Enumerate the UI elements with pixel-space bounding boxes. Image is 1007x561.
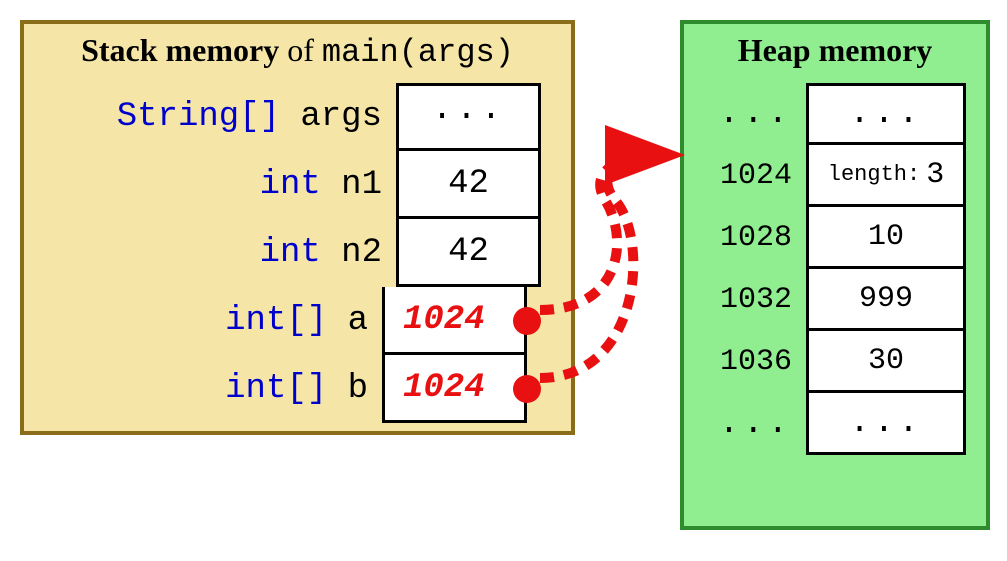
stack-title-mono: main(args) xyxy=(322,34,514,71)
heap-row: ...... xyxy=(702,83,968,145)
type-keyword: int xyxy=(260,166,321,204)
pointer-dot-icon xyxy=(513,307,541,335)
heap-address: ... xyxy=(702,405,792,443)
heap-title: Heap memory xyxy=(684,32,986,69)
heap-value-cell: ... xyxy=(806,393,966,455)
stack-rows: String[] args···int n142int n242int[] a1… xyxy=(24,83,571,423)
heap-row: 1024 length:3 xyxy=(702,145,968,207)
heap-address: 1036 xyxy=(702,345,792,379)
heap-address: 1028 xyxy=(702,221,792,255)
stack-row: int[] a 1024 xyxy=(225,287,541,355)
stack-row: int n1 42 xyxy=(260,151,541,219)
stack-title: Stack memory of main(args) xyxy=(24,32,571,71)
heap-row: 1028 10 xyxy=(702,207,968,269)
heap-value-cell: length:3 xyxy=(806,145,966,207)
stack-row: int n2 42 xyxy=(260,219,541,287)
memory-diagram: Stack memory of main(args) String[] args… xyxy=(0,0,1007,561)
heap-rows: ...... 1024 length:3 1028 10 1032 999 1036 30...… xyxy=(684,83,986,455)
var-declaration: String[] args xyxy=(117,98,382,136)
var-declaration: int n1 xyxy=(260,166,382,204)
type-keyword: int xyxy=(260,234,321,272)
heap-row: ...... xyxy=(702,393,968,455)
heap-address: 1032 xyxy=(702,283,792,317)
var-declaration: int n2 xyxy=(260,234,382,272)
value-cell: 42 xyxy=(396,219,541,287)
var-name: b xyxy=(327,370,368,408)
heap-value-cell: 999 xyxy=(806,269,966,331)
var-name: n2 xyxy=(321,234,382,272)
type-keyword: int[] xyxy=(225,370,327,408)
ellipsis: ... xyxy=(849,404,922,442)
heap-row: 1032 999 xyxy=(702,269,968,331)
stack-memory-box: Stack memory of main(args) String[] args… xyxy=(20,20,575,435)
ellipsis: ... xyxy=(849,95,922,133)
type-keyword: int[] xyxy=(225,302,327,340)
stack-title-of: of xyxy=(279,32,322,68)
var-name: n1 xyxy=(321,166,382,204)
value-cell: 42 xyxy=(396,151,541,219)
var-name: args xyxy=(280,98,382,136)
heap-address: 1024 xyxy=(702,159,792,193)
heap-value-cell: 30 xyxy=(806,331,966,393)
value-cell: 1024 xyxy=(382,355,527,423)
heap-value-cell: 10 xyxy=(806,207,966,269)
heap-address: ... xyxy=(702,95,792,133)
var-declaration: int[] b xyxy=(225,370,368,408)
pointer-dot-icon xyxy=(513,375,541,403)
heap-row: 1036 30 xyxy=(702,331,968,393)
pointer-value: 1024 xyxy=(403,369,485,407)
stack-title-bold: Stack memory xyxy=(81,32,279,68)
heap-value-cell: ... xyxy=(806,83,966,145)
var-name: a xyxy=(327,302,368,340)
stack-row: String[] args ··· xyxy=(117,83,541,151)
type-keyword: String[] xyxy=(117,98,280,136)
value-cell: 1024 xyxy=(382,287,527,355)
length-value: 3 xyxy=(926,158,944,192)
value-cell: ··· xyxy=(396,83,541,151)
ellipsis: ··· xyxy=(432,98,505,136)
pointer-value: 1024 xyxy=(403,301,485,339)
heap-memory-box: Heap memory ......1024length:31028101032… xyxy=(680,20,990,530)
length-label: length: xyxy=(828,162,920,187)
stack-row: int[] b 1024 xyxy=(225,355,541,423)
var-declaration: int[] a xyxy=(225,302,368,340)
